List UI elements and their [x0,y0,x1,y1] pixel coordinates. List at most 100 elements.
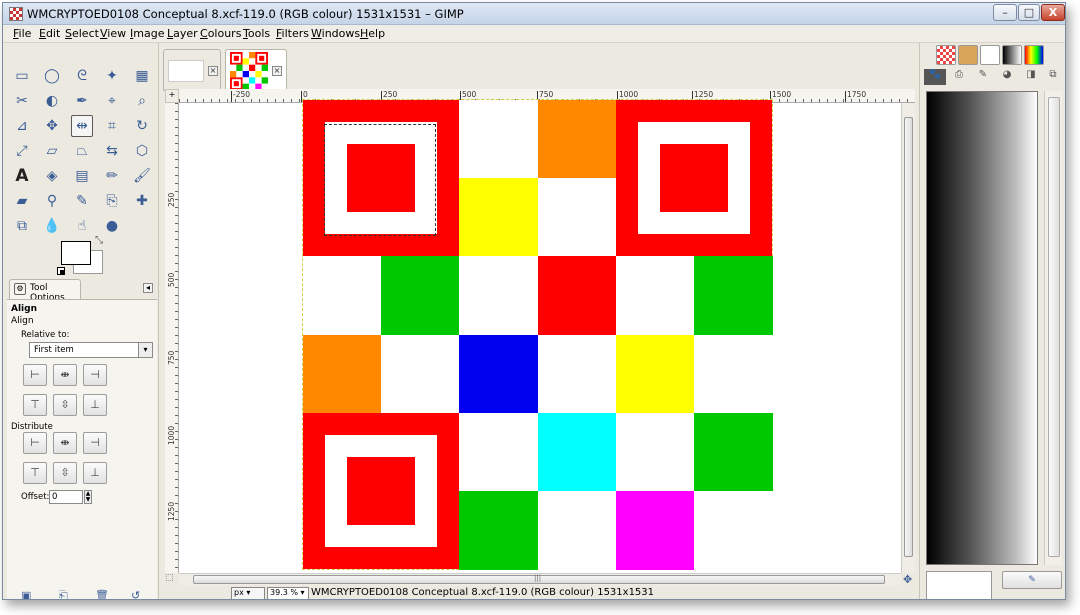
close-icon[interactable]: × [272,66,282,76]
ink-tool-icon[interactable]: ✎ [71,190,93,212]
minimize-button[interactable]: – [993,4,1017,21]
crop-tool-icon[interactable]: ⌗ [101,115,123,137]
save-options-icon[interactable]: ▣ [21,589,35,599]
rect-select-tool-icon[interactable]: ▭ [11,65,33,87]
ellipse-select-tool-icon[interactable]: ◯ [41,65,63,87]
zoom-tool-icon[interactable]: ⌕ [131,90,153,112]
restore-options-icon[interactable]: ⎗ [59,589,73,599]
menu-layer[interactable]: Layer [167,27,198,40]
fuzzy-select-tool-icon[interactable]: ✦ [101,65,123,87]
delete-options-icon[interactable]: 🗑 [95,589,109,599]
menu-colours[interactable]: Colours [200,27,241,40]
measure-tool-icon[interactable]: ⊿ [11,115,33,137]
ruler-corner[interactable]: + [165,89,179,103]
offset-input[interactable]: 0 [49,490,83,504]
zoom-select[interactable]: 39.3 % ▾ [267,587,309,599]
align-bottom-button[interactable]: ⊥ [83,394,107,416]
shear-tool-icon[interactable]: ▱ [41,140,63,162]
tab-patterns[interactable] [936,45,956,65]
edit-gradient-button[interactable]: ✎ [1002,571,1062,589]
menu-tools[interactable]: Tools [243,27,270,40]
bucket-fill-tool-icon[interactable]: ◈ [41,165,63,187]
menu-windows[interactable]: Windows [311,27,360,40]
cage-transform-tool-icon[interactable]: ⬡ [131,140,153,162]
horizontal-scroll-thumb[interactable]: ||| [193,574,885,584]
image-tab-qr[interactable]: × [225,49,287,91]
gradient-preview[interactable] [926,91,1038,565]
align-right-button[interactable]: ⊣ [83,364,107,386]
dodge-burn-tool-icon[interactable]: ● [101,215,123,237]
image-tab-blank[interactable]: × [163,49,221,91]
offset-spinner[interactable]: ▲ ▼ [84,490,92,504]
scissors-tool-icon[interactable]: ✂ [11,90,33,112]
tab-fonts[interactable] [980,45,1000,65]
free-select-tool-icon[interactable]: ᘓ [71,65,93,87]
default-colors-icon[interactable] [57,267,65,275]
clone-tool-icon[interactable]: ⎘ [101,190,123,212]
eraser-tool-icon[interactable]: ▰ [11,190,33,212]
blend-tool-icon[interactable]: ▤ [71,165,93,187]
layers-icon[interactable]: ⧉ [1042,69,1064,85]
vertical-ruler[interactable]: 250 500 750 1000 1250 [165,103,179,573]
text-tool-icon[interactable]: A [11,165,33,187]
pencil-tool-icon[interactable]: ✏ [101,165,123,187]
color-picker-tool-icon[interactable]: ⌖ [101,90,123,112]
align-top-button[interactable]: ⊤ [23,394,47,416]
menu-select[interactable]: Select [65,27,99,40]
dock-scroll-thumb[interactable] [1048,97,1060,557]
close-button[interactable]: X [1041,4,1065,21]
menu-image[interactable]: Image [130,27,164,40]
flip-tool-icon[interactable]: ⇆ [101,140,123,162]
tab-tool-options[interactable]: ⚙ Tool Options [9,279,81,303]
tab-brushes[interactable] [958,45,978,65]
swap-colors-icon[interactable]: ⤡ [95,235,103,246]
color-wheel-icon[interactable]: ◕ [996,69,1018,85]
align-middle-button[interactable]: ⇳ [53,394,77,416]
perspective-clone-tool-icon[interactable]: ⧉ [11,215,33,237]
heal-tool-icon[interactable]: ✚ [131,190,153,212]
paths-tool-icon[interactable]: ✒ [71,90,93,112]
distribute-right-button[interactable]: ⊣ [83,432,107,454]
menu-edit[interactable]: Edit [39,27,60,40]
distribute-top-button[interactable]: ⊤ [23,462,47,484]
distribute-left-button[interactable]: ⊢ [23,432,47,454]
menu-help[interactable]: Help [360,27,385,40]
foreground-select-tool-icon[interactable]: ◐ [41,90,63,112]
reset-options-icon[interactable]: ↺ [131,589,145,599]
rotate-tool-icon[interactable]: ↻ [131,115,153,137]
tab-gradients[interactable] [1002,45,1022,65]
relative-to-select[interactable]: First item ▾ [29,342,153,358]
smudge-tool-icon[interactable]: ☝ [71,215,93,237]
quick-mask-icon[interactable]: ⬚ [165,573,179,585]
vertical-scroll-thumb[interactable] [904,117,913,557]
airbrush-tool-icon[interactable]: ⚲ [41,190,63,212]
configure-tab-icon[interactable]: ◂ [143,283,153,293]
channels-icon[interactable]: ◨ [1020,69,1042,85]
align-tool-icon[interactable]: ⇹ [71,115,93,137]
align-center-button[interactable]: ⇼ [53,364,77,386]
perspective-tool-icon[interactable]: ⏢ [71,140,93,162]
unit-select[interactable]: px ▾ [231,587,265,599]
close-icon[interactable]: × [208,66,218,76]
vertical-scrollbar[interactable] [901,103,915,573]
select-by-color-tool-icon[interactable]: ▦ [131,65,153,87]
distribute-bottom-button[interactable]: ⊥ [83,462,107,484]
dock-scrollbar[interactable] [1044,91,1062,565]
distribute-center-button[interactable]: ⇼ [53,432,77,454]
menu-file[interactable]: File [13,27,31,40]
tab-palettes[interactable] [1024,45,1044,65]
printer-icon[interactable]: ⎙ [948,69,970,85]
menu-filters[interactable]: Filters [276,27,309,40]
menu-view[interactable]: View [100,27,126,40]
maximize-button[interactable]: □ [1018,4,1040,21]
move-tool-icon[interactable]: ✥ [41,115,63,137]
gimp-icon[interactable]: 🐾 [924,69,946,85]
scale-tool-icon[interactable]: ⤢ [11,140,33,162]
brush-icon[interactable]: ✎ [972,69,994,85]
navigate-icon[interactable]: ✥ [903,573,915,586]
foreground-color[interactable] [61,241,91,265]
align-left-button[interactable]: ⊢ [23,364,47,386]
horizontal-scrollbar[interactable]: ||| [179,573,901,585]
blur-tool-icon[interactable]: 💧 [41,215,63,237]
paintbrush-tool-icon[interactable]: 🖌 [131,165,153,187]
